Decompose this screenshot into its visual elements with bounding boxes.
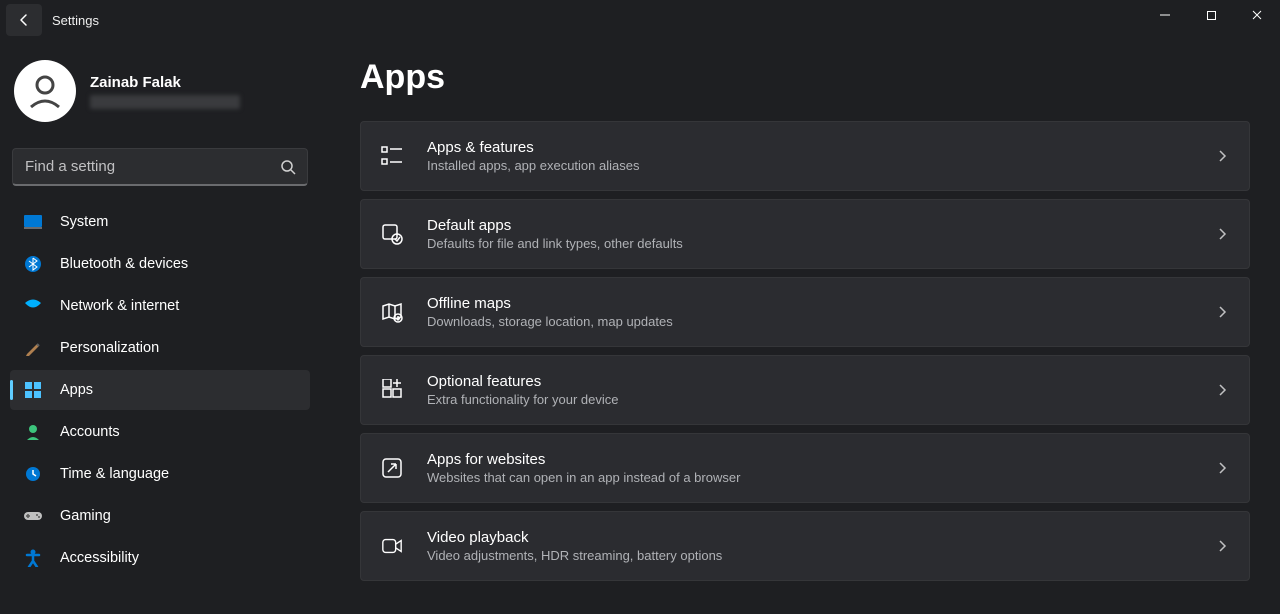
apps-icon [24,381,42,399]
main-content: Apps Apps & features Installed apps, app… [320,40,1280,614]
sidebar-item-label: Network & internet [60,298,179,314]
sidebar-item-time[interactable]: Time & language [10,454,310,494]
sidebar-item-personalization[interactable]: Personalization [10,328,310,368]
back-button[interactable] [6,4,42,36]
chevron-right-icon [1215,383,1229,397]
avatar-icon [25,71,65,111]
card-desc: Video adjustments, HDR streaming, batter… [427,548,1191,563]
maximize-button[interactable] [1188,0,1234,30]
bluetooth-icon [24,255,42,273]
user-email-redacted [90,95,240,109]
avatar [14,60,76,122]
sidebar-item-label: Apps [60,382,93,398]
system-icon [24,213,42,231]
card-title: Apps & features [427,139,1191,156]
sidebar-item-label: Time & language [60,466,169,482]
sidebar-item-label: System [60,214,108,230]
default-apps-icon [381,223,403,245]
nav-list: System Bluetooth & devices Network & int… [10,202,310,578]
sidebar-item-apps[interactable]: Apps [10,370,310,410]
sidebar-item-label: Gaming [60,508,111,524]
personalization-icon [24,339,42,357]
card-desc: Defaults for file and link types, other … [427,236,1191,251]
card-title: Video playback [427,529,1191,546]
chevron-right-icon [1215,227,1229,241]
sidebar-item-bluetooth[interactable]: Bluetooth & devices [10,244,310,284]
search-wrap [12,148,308,186]
sidebar-item-network[interactable]: Network & internet [10,286,310,326]
accounts-icon [24,423,42,441]
card-apps-for-websites[interactable]: Apps for websites Websites that can open… [360,433,1250,503]
sidebar-item-accessibility[interactable]: Accessibility [10,538,310,578]
search-input[interactable] [12,148,308,186]
offline-maps-icon [381,301,403,323]
card-title: Apps for websites [427,451,1191,468]
user-block[interactable]: Zainab Falak [10,52,310,140]
card-title: Offline maps [427,295,1191,312]
card-video-playback[interactable]: Video playback Video adjustments, HDR st… [360,511,1250,581]
card-desc: Extra functionality for your device [427,392,1191,407]
close-icon [1251,9,1263,21]
network-icon [24,297,42,315]
apps-features-icon [381,145,403,167]
minimize-icon [1159,9,1171,21]
user-name: Zainab Falak [90,74,240,91]
back-arrow-icon [16,12,32,28]
gaming-icon [24,507,42,525]
sidebar-item-label: Accessibility [60,550,139,566]
optional-features-icon [381,379,403,401]
card-offline-maps[interactable]: Offline maps Downloads, storage location… [360,277,1250,347]
sidebar-item-system[interactable]: System [10,202,310,242]
sidebar-item-accounts[interactable]: Accounts [10,412,310,452]
minimize-button[interactable] [1142,0,1188,30]
card-desc: Downloads, storage location, map updates [427,314,1191,329]
settings-cards: Apps & features Installed apps, app exec… [360,121,1250,581]
video-playback-icon [381,535,403,557]
sidebar-item-gaming[interactable]: Gaming [10,496,310,536]
sidebar-item-label: Bluetooth & devices [60,256,188,272]
card-title: Optional features [427,373,1191,390]
card-optional-features[interactable]: Optional features Extra functionality fo… [360,355,1250,425]
card-desc: Installed apps, app execution aliases [427,158,1191,173]
accessibility-icon [24,549,42,567]
sidebar: Zainab Falak System Bluetooth & devices … [0,40,320,614]
card-title: Default apps [427,217,1191,234]
sidebar-item-label: Accounts [60,424,120,440]
window-title: Settings [52,13,99,28]
titlebar: Settings [0,0,1280,40]
chevron-right-icon [1215,539,1229,553]
chevron-right-icon [1215,305,1229,319]
chevron-right-icon [1215,149,1229,163]
time-icon [24,465,42,483]
apps-for-websites-icon [381,457,403,479]
close-button[interactable] [1234,0,1280,30]
sidebar-item-label: Personalization [60,340,159,356]
card-desc: Websites that can open in an app instead… [427,470,1191,485]
chevron-right-icon [1215,461,1229,475]
search-icon [280,159,296,175]
maximize-icon [1206,10,1217,21]
window-controls [1142,0,1280,30]
card-apps-features[interactable]: Apps & features Installed apps, app exec… [360,121,1250,191]
page-title: Apps [360,58,1250,97]
card-default-apps[interactable]: Default apps Defaults for file and link … [360,199,1250,269]
